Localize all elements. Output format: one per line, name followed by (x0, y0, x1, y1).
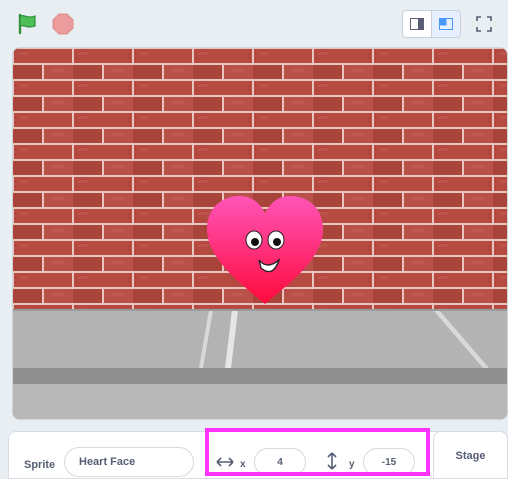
stage-canvas[interactable] (12, 47, 508, 420)
large-stage-icon (439, 18, 453, 30)
stage-header (0, 0, 508, 46)
sidewalk (13, 309, 507, 419)
green-flag-icon[interactable] (16, 13, 38, 35)
fullscreen-button[interactable] (470, 10, 498, 38)
large-stage-button[interactable] (431, 10, 461, 38)
fullscreen-icon (476, 16, 492, 32)
sprite-label: Sprite (24, 459, 56, 471)
coordinates-highlight-box (205, 428, 430, 476)
stop-icon[interactable] (52, 13, 74, 35)
stage-selector-tab[interactable]: Stage (433, 431, 508, 479)
small-stage-button[interactable] (402, 10, 432, 38)
small-stage-icon (410, 18, 424, 30)
sprite-name-input[interactable]: Heart Face (64, 447, 194, 477)
stage-tab-label: Stage (455, 450, 486, 462)
